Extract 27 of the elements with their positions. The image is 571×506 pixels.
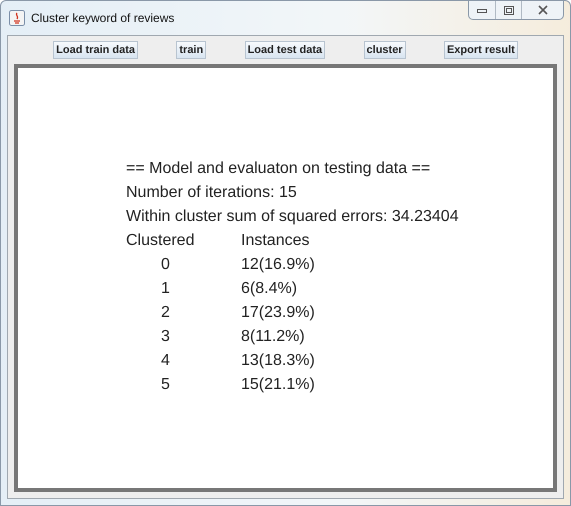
cluster-number: 3	[160, 328, 171, 347]
toolbar-button[interactable]: Load train data	[53, 41, 138, 59]
cluster-number: 1	[160, 280, 171, 299]
minimize-icon	[477, 7, 487, 13]
cluster-number: 0	[160, 256, 171, 275]
close-icon	[538, 5, 548, 15]
instance-count: 17(23.9%)	[241, 304, 316, 323]
toolbar-button[interactable]: train	[176, 41, 206, 59]
column-header: Instances	[241, 232, 310, 251]
toolbar-button[interactable]: Load test data	[244, 41, 326, 59]
instance-count: 13(18.3%)	[241, 352, 316, 371]
column-header: Clustered	[126, 232, 196, 251]
toolbar-button[interactable]: Export result	[444, 41, 518, 59]
instance-count: 15(21.1%)	[241, 376, 316, 395]
instance-count: 12(16.9%)	[241, 256, 316, 275]
iterations-text: Number of iterations: 15	[126, 184, 298, 203]
cluster-number: 2	[160, 304, 171, 323]
cluster-number: 4	[160, 352, 171, 371]
instance-count: 6(8.4%)	[241, 280, 298, 299]
maximize-icon	[504, 6, 514, 14]
result-heading: == Model and evaluaton on testing data ==	[126, 160, 432, 179]
java-icon	[9, 10, 25, 26]
toolbar-button[interactable]: cluster	[364, 41, 406, 59]
error-text: Within cluster sum of squared errors: 34.23404	[126, 208, 460, 227]
window-title: Cluster keyword of reviews	[31, 11, 176, 25]
instance-count: 8(11.2%)	[241, 328, 306, 347]
cluster-number: 5	[160, 376, 171, 395]
